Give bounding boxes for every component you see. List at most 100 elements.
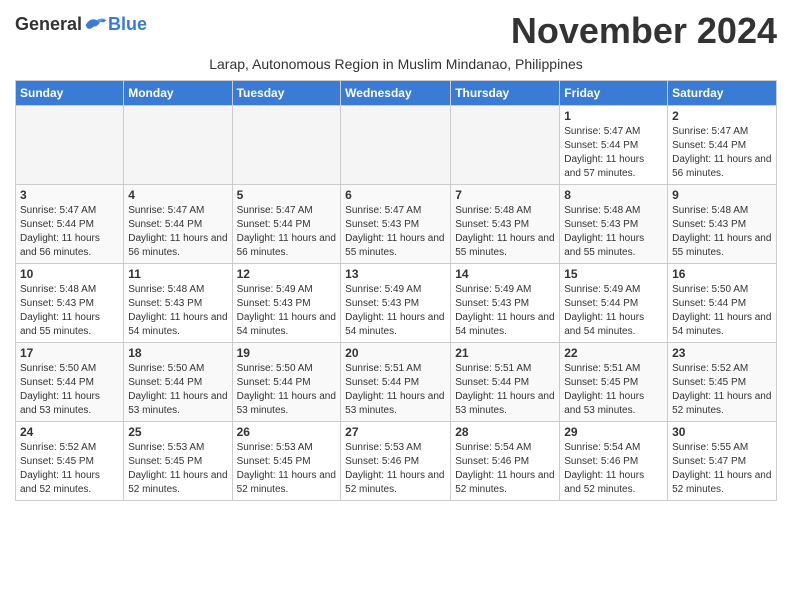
calendar-day-cell (451, 106, 560, 185)
day-info: Sunrise: 5:53 AM Sunset: 5:45 PM Dayligh… (128, 441, 227, 497)
calendar-day-cell (16, 106, 124, 185)
day-number: 22 (564, 346, 663, 360)
weekday-header: Sunday (16, 81, 124, 106)
weekday-header: Friday (560, 81, 668, 106)
day-number: 25 (128, 425, 227, 439)
calendar-day-cell: 15 Sunrise: 5:49 AM Sunset: 5:44 PM Dayli… (560, 264, 668, 343)
day-info: Sunrise: 5:49 AM Sunset: 5:43 PM Dayligh… (455, 283, 555, 339)
day-info: Sunrise: 5:51 AM Sunset: 5:44 PM Dayligh… (345, 362, 446, 418)
calendar-week-row: 1Sunrise: 5:47 AM Sunset: 5:44 PM Daylig… (16, 106, 777, 185)
calendar-week-row: 10 Sunrise: 5:48 AM Sunset: 5:43 PM Dayli… (16, 264, 777, 343)
calendar-day-cell: 21 Sunrise: 5:51 AM Sunset: 5:44 PM Dayli… (451, 343, 560, 422)
day-info: Sunrise: 5:48 AM Sunset: 5:43 PM Dayligh… (20, 283, 119, 339)
calendar-table: SundayMondayTuesdayWednesdayThursdayFrid… (15, 80, 777, 501)
day-number: 24 (20, 425, 119, 439)
day-info: Sunrise: 5:47 AM Sunset: 5:44 PM Dayligh… (20, 204, 119, 260)
day-info: Sunrise: 5:49 AM Sunset: 5:43 PM Dayligh… (237, 283, 337, 339)
day-info: Sunrise: 5:48 AM Sunset: 5:43 PM Dayligh… (564, 204, 663, 260)
day-number: 20 (345, 346, 446, 360)
calendar-day-cell: 27Sunrise: 5:53 AM Sunset: 5:46 PM Dayli… (341, 422, 451, 501)
day-number: 2 (672, 109, 772, 123)
day-info: Sunrise: 5:54 AM Sunset: 5:46 PM Dayligh… (564, 441, 663, 497)
day-number: 27 (345, 425, 446, 439)
calendar-day-cell: 28 Sunrise: 5:54 AM Sunset: 5:46 PM Dayli… (451, 422, 560, 501)
calendar-day-cell: 2 Sunrise: 5:47 AM Sunset: 5:44 PM Daylig… (668, 106, 777, 185)
day-number: 23 (672, 346, 772, 360)
day-number: 11 (128, 267, 227, 281)
logo-general-text: General (15, 14, 82, 35)
calendar-day-cell: 18 Sunrise: 5:50 AM Sunset: 5:44 PM Dayli… (124, 343, 232, 422)
calendar-day-cell: 17 Sunrise: 5:50 AM Sunset: 5:44 PM Dayli… (16, 343, 124, 422)
day-number: 28 (455, 425, 555, 439)
day-number: 16 (672, 267, 772, 281)
day-info: Sunrise: 5:47 AM Sunset: 5:43 PM Dayligh… (345, 204, 446, 260)
page-header: General Blue November 2024 (15, 10, 777, 52)
day-number: 30 (672, 425, 772, 439)
day-info: Sunrise: 5:50 AM Sunset: 5:44 PM Dayligh… (237, 362, 337, 418)
day-info: Sunrise: 5:49 AM Sunset: 5:44 PM Dayligh… (564, 283, 663, 339)
day-info: Sunrise: 5:47 AM Sunset: 5:44 PM Dayligh… (672, 125, 772, 181)
day-number: 26 (237, 425, 337, 439)
calendar-day-cell: 24 Sunrise: 5:52 AM Sunset: 5:45 PM Dayli… (16, 422, 124, 501)
calendar-day-cell: 19 Sunrise: 5:50 AM Sunset: 5:44 PM Dayli… (232, 343, 341, 422)
calendar-week-row: 3 Sunrise: 5:47 AM Sunset: 5:44 PM Daylig… (16, 185, 777, 264)
weekday-header: Tuesday (232, 81, 341, 106)
calendar-day-cell: 8 Sunrise: 5:48 AM Sunset: 5:43 PM Daylig… (560, 185, 668, 264)
day-number: 29 (564, 425, 663, 439)
day-info: Sunrise: 5:54 AM Sunset: 5:46 PM Dayligh… (455, 441, 555, 497)
calendar-day-cell: 9Sunrise: 5:48 AM Sunset: 5:43 PM Daylig… (668, 185, 777, 264)
calendar-day-cell: 4 Sunrise: 5:47 AM Sunset: 5:44 PM Daylig… (124, 185, 232, 264)
calendar-day-cell (341, 106, 451, 185)
day-number: 6 (345, 188, 446, 202)
day-info: Sunrise: 5:48 AM Sunset: 5:43 PM Dayligh… (128, 283, 227, 339)
weekday-header: Monday (124, 81, 232, 106)
day-number: 19 (237, 346, 337, 360)
day-number: 12 (237, 267, 337, 281)
day-number: 18 (128, 346, 227, 360)
day-info: Sunrise: 5:49 AM Sunset: 5:43 PM Dayligh… (345, 283, 446, 339)
day-info: Sunrise: 5:50 AM Sunset: 5:44 PM Dayligh… (128, 362, 227, 418)
calendar-subtitle: Larap, Autonomous Region in Muslim Minda… (15, 56, 777, 72)
calendar-day-cell: 11 Sunrise: 5:48 AM Sunset: 5:43 PM Dayli… (124, 264, 232, 343)
day-info: Sunrise: 5:47 AM Sunset: 5:44 PM Dayligh… (128, 204, 227, 260)
day-number: 5 (237, 188, 337, 202)
day-number: 4 (128, 188, 227, 202)
calendar-day-cell: 6 Sunrise: 5:47 AM Sunset: 5:43 PM Daylig… (341, 185, 451, 264)
day-number: 17 (20, 346, 119, 360)
calendar-day-cell: 29 Sunrise: 5:54 AM Sunset: 5:46 PM Dayli… (560, 422, 668, 501)
calendar-day-cell: 14Sunrise: 5:49 AM Sunset: 5:43 PM Dayli… (451, 264, 560, 343)
day-info: Sunrise: 5:47 AM Sunset: 5:44 PM Dayligh… (237, 204, 337, 260)
day-info: Sunrise: 5:55 AM Sunset: 5:47 PM Dayligh… (672, 441, 772, 497)
day-number: 21 (455, 346, 555, 360)
calendar-day-cell: 3 Sunrise: 5:47 AM Sunset: 5:44 PM Daylig… (16, 185, 124, 264)
day-number: 15 (564, 267, 663, 281)
day-number: 8 (564, 188, 663, 202)
day-info: Sunrise: 5:52 AM Sunset: 5:45 PM Dayligh… (20, 441, 119, 497)
day-info: Sunrise: 5:47 AM Sunset: 5:44 PM Dayligh… (564, 125, 663, 181)
calendar-day-cell: 20 Sunrise: 5:51 AM Sunset: 5:44 PM Dayli… (341, 343, 451, 422)
day-info: Sunrise: 5:48 AM Sunset: 5:43 PM Dayligh… (455, 204, 555, 260)
weekday-header: Wednesday (341, 81, 451, 106)
day-info: Sunrise: 5:50 AM Sunset: 5:44 PM Dayligh… (20, 362, 119, 418)
calendar-day-cell: 13 Sunrise: 5:49 AM Sunset: 5:43 PM Dayli… (341, 264, 451, 343)
calendar-day-cell: 1Sunrise: 5:47 AM Sunset: 5:44 PM Daylig… (560, 106, 668, 185)
day-number: 10 (20, 267, 119, 281)
logo-blue-text: Blue (108, 14, 147, 35)
calendar-day-cell: 22Sunrise: 5:51 AM Sunset: 5:45 PM Dayli… (560, 343, 668, 422)
day-info: Sunrise: 5:53 AM Sunset: 5:45 PM Dayligh… (237, 441, 337, 497)
day-info: Sunrise: 5:48 AM Sunset: 5:43 PM Dayligh… (672, 204, 772, 260)
calendar-day-cell: 12 Sunrise: 5:49 AM Sunset: 5:43 PM Dayli… (232, 264, 341, 343)
calendar-day-cell: 7Sunrise: 5:48 AM Sunset: 5:43 PM Daylig… (451, 185, 560, 264)
day-info: Sunrise: 5:50 AM Sunset: 5:44 PM Dayligh… (672, 283, 772, 339)
calendar-day-cell: 25 Sunrise: 5:53 AM Sunset: 5:45 PM Dayli… (124, 422, 232, 501)
logo: General Blue (15, 14, 147, 35)
calendar-day-cell: 23Sunrise: 5:52 AM Sunset: 5:45 PM Dayli… (668, 343, 777, 422)
calendar-day-cell (232, 106, 341, 185)
day-number: 13 (345, 267, 446, 281)
weekday-header: Thursday (451, 81, 560, 106)
day-info: Sunrise: 5:51 AM Sunset: 5:44 PM Dayligh… (455, 362, 555, 418)
weekday-header: Saturday (668, 81, 777, 106)
calendar-week-row: 17 Sunrise: 5:50 AM Sunset: 5:44 PM Dayli… (16, 343, 777, 422)
calendar-week-row: 24 Sunrise: 5:52 AM Sunset: 5:45 PM Dayli… (16, 422, 777, 501)
day-number: 3 (20, 188, 119, 202)
